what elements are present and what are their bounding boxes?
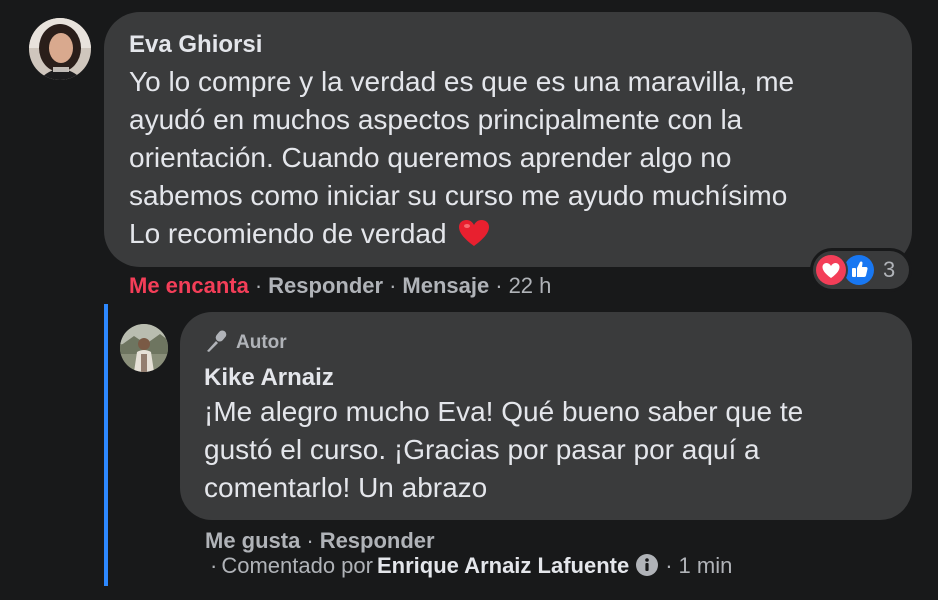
main-comment-line: Lo recomiendo de verdad (129, 218, 447, 249)
separator-dot: · (210, 553, 218, 578)
reply-comment-actions: Me gusta · Responder (205, 528, 435, 554)
main-comment-author[interactable]: Eva Ghiorsi (129, 31, 262, 59)
reactions-summary[interactable]: 3 (813, 251, 909, 289)
like-button[interactable]: Me gusta (205, 528, 300, 554)
heart-icon (816, 255, 846, 285)
reply-button[interactable]: Responder (268, 273, 383, 299)
main-comment-text: Yo lo compre y la verdad es que es una m… (129, 63, 889, 257)
reply-comment-line: ¡Me alegro mucho Eva! Qué bueno saber qu… (204, 396, 804, 427)
author-badge-label: Autor (236, 332, 287, 353)
microphone-icon (207, 330, 227, 352)
comment-thread: Eva Ghiorsi Yo lo compre y la verdad es … (0, 0, 938, 600)
avatar-eva[interactable] (29, 18, 91, 80)
commented-by-name[interactable]: Enrique Arnaiz Lafuente (377, 553, 629, 578)
main-comment-line: ayudó en muchos aspectos principalmente … (129, 104, 743, 135)
reply-comment-author[interactable]: Kike Arnaiz (204, 364, 334, 392)
commented-by-line: · Comentado por Enrique Arnaiz Lafuente · 1… (210, 553, 732, 583)
main-comment-actions: Me encanta · Responder · Mensaje · 22 h (129, 273, 551, 299)
main-comment-line-last: Lo recomiendo de verdad (129, 215, 889, 257)
reaction-count: 3 (883, 257, 896, 282)
red-heart-emoji-icon (458, 219, 490, 257)
separator-dot: · (306, 528, 314, 553)
separator-dot: · (665, 553, 673, 578)
reply-comment-line: comentarlo! Un abrazo (204, 472, 488, 503)
avatar-eva-image (29, 18, 91, 80)
main-comment-line: sabemos como iniciar su curso me ayudo m… (129, 180, 788, 211)
separator-dot: · (389, 273, 397, 298)
avatar-kike[interactable] (120, 324, 168, 372)
like-icon (844, 255, 874, 285)
reply-thread-line (104, 304, 108, 586)
avatar-kike-image (120, 324, 168, 372)
separator-dot: · (495, 273, 503, 298)
reply-comment-line: gustó el curso. ¡Gracias por pasar por a… (204, 434, 760, 465)
main-comment-line: orientación. Cuando queremos aprender al… (129, 142, 732, 173)
author-badge: Autor (204, 329, 287, 354)
main-comment-line: Yo lo compre y la verdad es que es una m… (129, 66, 795, 97)
commented-by-prefix: Comentado por (221, 553, 373, 578)
love-reaction-button[interactable]: Me encanta (129, 273, 249, 299)
comment-timestamp[interactable]: 22 h (509, 273, 552, 299)
separator-dot: · (254, 273, 263, 298)
reply-comment-text: ¡Me alegro mucho Eva! Qué bueno saber qu… (204, 393, 904, 507)
reply-timestamp[interactable]: 1 min (679, 553, 733, 578)
message-button[interactable]: Mensaje (402, 273, 489, 299)
reply-button[interactable]: Responder (320, 528, 435, 554)
info-icon[interactable] (635, 553, 659, 583)
